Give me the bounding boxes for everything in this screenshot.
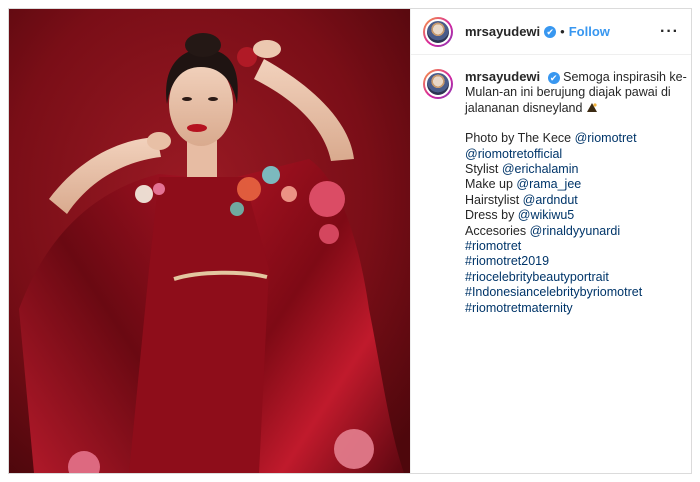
hashtag-link[interactable]: #riomotretmaternity [465, 301, 687, 316]
credit-label: Accesories [465, 223, 530, 238]
credit-label: Photo by The Kece [465, 131, 575, 146]
credit-line: Stylist @erichalamin [465, 162, 687, 177]
avatar-image [425, 71, 451, 97]
caption-username[interactable]: mrsayudewi [465, 69, 540, 84]
caption-first-line: mrsayudewi ✔ Semoga inspirasih ke- [465, 69, 687, 85]
caption-line-3: jalananan disneyland [465, 101, 687, 116]
instagram-post: mrsayudewi ✔ • Follow ··· mrsayudewi ✔ S… [8, 8, 692, 474]
credit-line: Make up @rama_jee [465, 177, 687, 192]
post-caption: mrsayudewi ✔ Semoga inspirasih ke- Mulan… [411, 55, 691, 316]
caption-text-3: jalananan disneyland [465, 100, 583, 115]
portrait-image [9, 9, 410, 473]
avatar-image [425, 18, 451, 45]
caption-avatar[interactable] [423, 69, 453, 99]
caption-text-1: Semoga inspirasih ke- [563, 70, 687, 84]
credit-line: @riomotretofficial [465, 147, 687, 162]
caption-body: mrsayudewi ✔ Semoga inspirasih ke- Mulan… [465, 69, 687, 316]
username[interactable]: mrsayudewi [465, 24, 540, 39]
credit-label: Make up [465, 177, 517, 192]
credit-label: Hairstylist [465, 192, 523, 207]
post-photo[interactable] [9, 9, 410, 473]
mention-link[interactable]: @wikiwu5 [518, 208, 574, 222]
credit-label: Stylist [465, 162, 502, 177]
credit-label: Dress by [465, 208, 518, 223]
separator-dot: • [560, 24, 565, 39]
mention-link[interactable]: @riomotretofficial [465, 147, 562, 161]
verified-badge-icon: ✔ [544, 25, 557, 38]
caption-text-2: Mulan-an ini berujung diajak pawai di [465, 85, 671, 100]
sparkle-icon [586, 102, 597, 112]
verified-badge-icon: ✔ [547, 72, 560, 84]
mention-link[interactable]: @riomotret [575, 131, 637, 145]
hashtag-link[interactable]: #riomotret2019 [465, 254, 687, 269]
hashtag-list: #riomotret #riomotret2019 #riocelebrityb… [465, 239, 687, 316]
hashtag-link[interactable]: #riomotret [465, 239, 687, 254]
credit-line: Dress by @wikiwu5 [465, 208, 687, 223]
avatar[interactable] [423, 16, 453, 47]
mention-link[interactable]: @rinaldyyunardi [530, 224, 621, 238]
credit-line: Photo by The Kece @riomotret [465, 131, 687, 146]
mention-link[interactable]: @ardndut [523, 193, 578, 207]
credit-line: Hairstylist @ardndut [465, 193, 687, 208]
mention-link[interactable]: @erichalamin [502, 162, 579, 176]
hashtag-link[interactable]: #Indonesiancelebritybyriomotret [465, 285, 687, 300]
post-sidebar: mrsayudewi ✔ • Follow ··· mrsayudewi ✔ S… [410, 9, 691, 473]
hashtag-link[interactable]: #riocelebritybeautyportrait [465, 270, 687, 285]
mention-link[interactable]: @rama_jee [516, 177, 581, 191]
follow-button[interactable]: Follow [569, 24, 610, 39]
credit-line: Accesories @rinaldyyunardi [465, 224, 687, 239]
more-options-icon[interactable]: ··· [660, 23, 679, 41]
post-header: mrsayudewi ✔ • Follow ··· [411, 9, 691, 55]
credits-list: Photo by The Kece @riomotret @riomotreto… [465, 131, 687, 239]
